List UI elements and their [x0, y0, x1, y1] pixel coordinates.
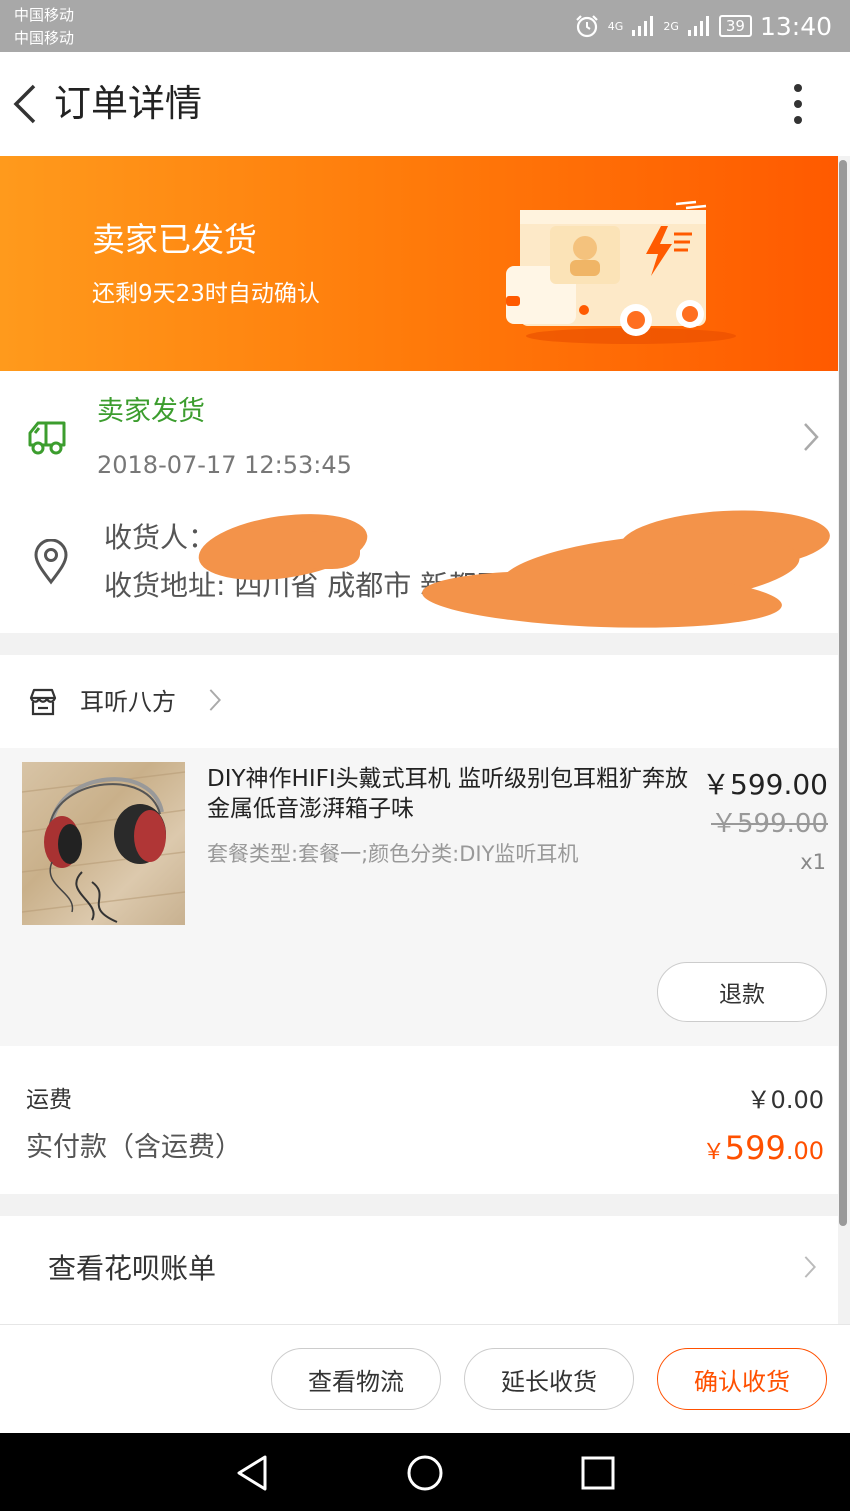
- headphones-image: [22, 771, 185, 923]
- location-pin-icon: [34, 539, 68, 585]
- signal-label-1: 4G: [607, 19, 624, 33]
- chevron-right-icon: [804, 1256, 816, 1278]
- product-original-price: ￥599.00: [711, 809, 828, 839]
- alarm-icon: [576, 15, 598, 38]
- more-vertical-icon[interactable]: [786, 82, 810, 126]
- banner-title: 卖家已发货: [92, 220, 257, 259]
- product-title[interactable]: DIY神作HIFI头戴式耳机 监听级别包耳粗犷奔放金属低音澎湃箱子味: [207, 764, 697, 824]
- recents-square-icon[interactable]: [578, 1453, 618, 1493]
- delivery-truck-illustration: [506, 200, 736, 344]
- truck-icon: [28, 421, 66, 455]
- carrier-label-2: 中国移动: [14, 29, 75, 47]
- chevron-right-icon: [804, 423, 819, 451]
- paid-amount-label: 实付款（含运费）: [26, 1132, 242, 1163]
- status-indicators: 4G 2G 39 13:40: [574, 10, 832, 42]
- redaction-mark: [290, 531, 360, 569]
- status-bar: 中国移动 中国移动 4G 2G 39 13:40: [0, 0, 850, 52]
- paid-integer: 599: [724, 1129, 786, 1167]
- fee-summary: 运费 ￥0.00 实付款（含运费） ￥599.00: [0, 1046, 838, 1194]
- signal-icon: [687, 16, 709, 36]
- clock: 13:40: [759, 11, 832, 41]
- product-spec: 套餐类型:套餐一;颜色分类:DIY监听耳机: [207, 842, 579, 866]
- chevron-right-icon: [209, 689, 221, 711]
- product-thumbnail[interactable]: [22, 762, 185, 925]
- signal-icon: [632, 16, 654, 36]
- shop-name: 耳听八方: [80, 688, 176, 716]
- carrier-label-1: 中国移动: [14, 6, 75, 24]
- chevron-left-icon[interactable]: [10, 82, 40, 126]
- paid-currency: ￥: [702, 1140, 725, 1165]
- order-status-banner: 卖家已发货 还剩9天23时自动确认: [0, 156, 838, 371]
- app-header: 订单详情: [0, 52, 850, 156]
- refund-button[interactable]: 退款: [657, 962, 827, 1022]
- scrollbar[interactable]: [839, 160, 847, 1226]
- back-triangle-icon[interactable]: [232, 1453, 272, 1493]
- paid-decimal: .00: [785, 1137, 824, 1165]
- banner-subtitle: 还剩9天23时自动确认: [92, 281, 320, 307]
- confirm-receipt-button[interactable]: 确认收货: [657, 1348, 827, 1410]
- home-circle-icon[interactable]: [405, 1453, 445, 1493]
- extend-receipt-button[interactable]: 延长收货: [464, 1348, 634, 1410]
- logistics-card[interactable]: 卖家发货 2018-07-17 12:53:45 收货人： 收货地址: 四川省 …: [0, 371, 838, 634]
- system-nav-bar: [0, 1433, 850, 1511]
- signal-label-2: 2G: [663, 19, 679, 33]
- battery-icon: 39: [718, 15, 752, 37]
- shipping-fee-label: 运费: [26, 1087, 72, 1113]
- huabei-bill-label: 查看花呗账单: [48, 1252, 217, 1285]
- order-action-bar: 查看物流 延长收货 确认收货: [0, 1324, 850, 1433]
- shipping-fee-value: ￥0.00: [746, 1086, 824, 1114]
- view-logistics-button[interactable]: 查看物流: [271, 1348, 441, 1410]
- product-price: ￥599.00: [702, 768, 828, 801]
- product-quantity: x1: [800, 850, 826, 874]
- page-title: 订单详情: [54, 82, 202, 125]
- huabei-bill-row[interactable]: 查看花呗账单: [0, 1216, 838, 1324]
- logistics-status: 卖家发货: [97, 396, 205, 427]
- shop-icon: [29, 688, 57, 716]
- shop-row[interactable]: 耳听八方: [0, 655, 838, 748]
- product-item[interactable]: DIY神作HIFI头戴式耳机 监听级别包耳粗犷奔放金属低音澎湃箱子味 套餐类型:…: [0, 748, 838, 1046]
- paid-amount-value: ￥599.00: [703, 1128, 824, 1174]
- logistics-time: 2018-07-17 12:53:45: [97, 451, 352, 479]
